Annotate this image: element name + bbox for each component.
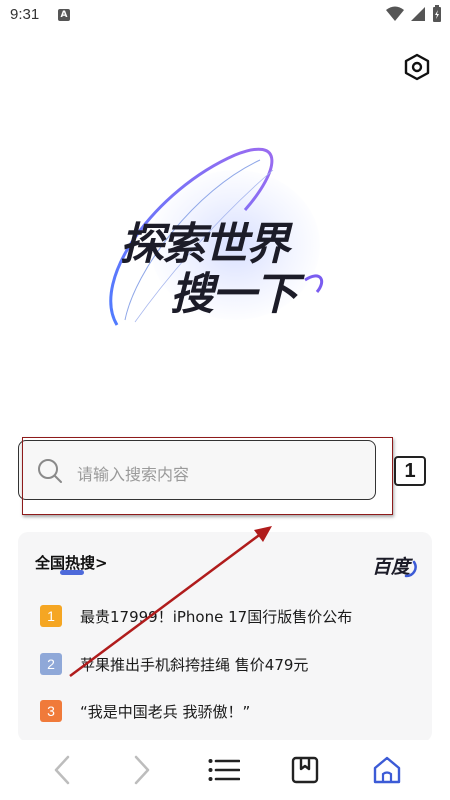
bookmark-icon (291, 756, 319, 784)
hot-item-3[interactable]: 3 “我是中国老兵 我骄傲！” (40, 699, 250, 723)
hot-item-text: 苹果推出手机斜挎挂绳 售价479元 (80, 655, 309, 674)
wifi-icon (386, 6, 404, 21)
status-time: 9:31 (10, 6, 40, 23)
hero-title-line2: 搜一下 (170, 269, 298, 320)
status-a-badge: A (58, 9, 70, 21)
hot-search-card: 全国热搜> 百度 1 最贵17999！iPhone 17国行版售价公布 2 苹果… (18, 532, 432, 742)
settings-hexagon-icon (404, 53, 430, 81)
battery-icon (433, 5, 441, 22)
hot-item-text: “我是中国老兵 我骄傲！” (80, 702, 251, 721)
back-button[interactable] (42, 750, 82, 790)
forward-icon (134, 755, 150, 785)
hot-item-2[interactable]: 2 苹果推出手机斜挎挂绳 售价479元 (40, 652, 308, 676)
home-icon (373, 756, 401, 784)
hot-search-title[interactable]: 全国热搜> (35, 552, 108, 573)
bottom-nav (0, 740, 450, 800)
signal-icon (411, 7, 425, 21)
forward-button[interactable] (122, 750, 162, 790)
hot-item-text: 最贵17999！iPhone 17国行版售价公布 (80, 607, 353, 626)
settings-button[interactable] (402, 52, 432, 82)
menu-button[interactable] (204, 750, 244, 790)
menu-icon (208, 759, 240, 781)
baidu-arc-icon (404, 560, 417, 578)
rank-badge: 2 (40, 653, 62, 675)
annotation-step-badge: 1 (394, 456, 426, 486)
status-bar: 9:31 A (0, 0, 450, 32)
bookmark-button[interactable] (285, 750, 325, 790)
hero-logo: 探索世界 搜一下 (95, 130, 355, 340)
rank-badge: 1 (40, 605, 62, 627)
home-button[interactable] (367, 750, 407, 790)
rank-badge: 3 (40, 700, 62, 722)
back-icon (54, 755, 70, 785)
hot-item-1[interactable]: 1 最贵17999！iPhone 17国行版售价公布 (40, 604, 352, 628)
status-icons (386, 5, 442, 23)
annotation-highlight-box (22, 437, 393, 515)
